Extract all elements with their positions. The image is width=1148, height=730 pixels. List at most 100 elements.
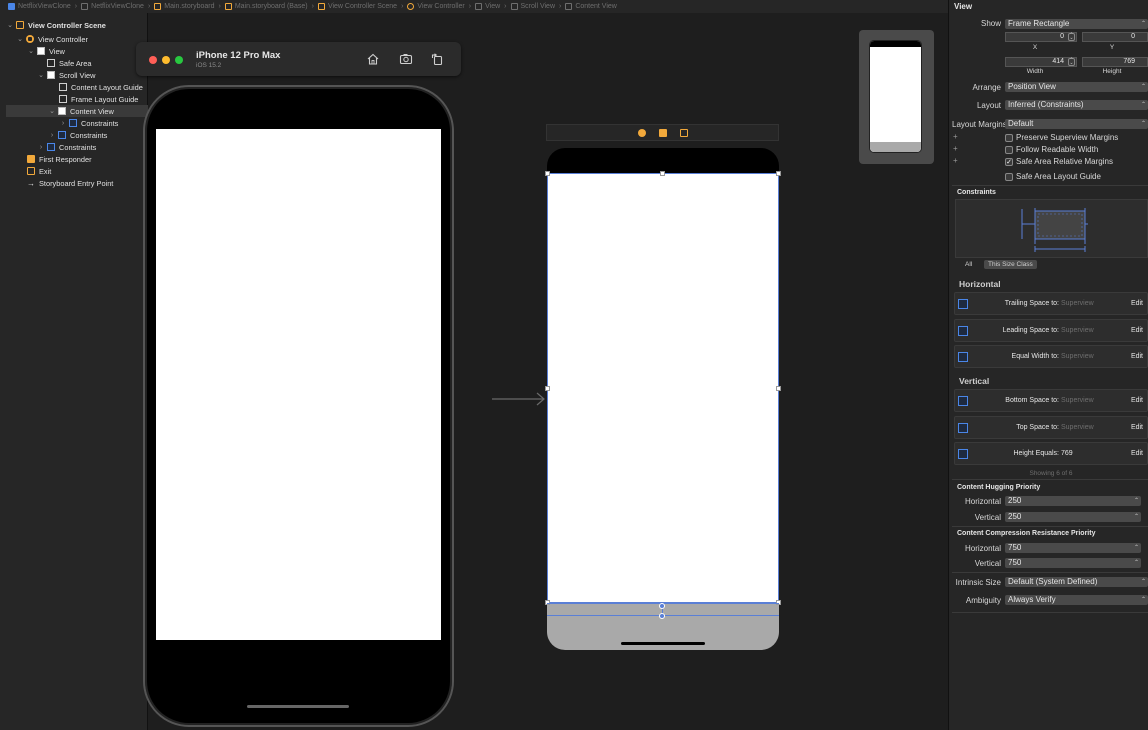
constraint-row[interactable]: Trailing Space to: Superview Edit	[954, 292, 1148, 315]
content-view-selected[interactable]	[547, 173, 779, 603]
outline-view[interactable]: ⌄ View	[27, 45, 65, 57]
disclosure-open-icon[interactable]: ⌄	[16, 35, 24, 43]
compression-v-label: Vertical	[974, 559, 1001, 568]
height-field[interactable]: 769	[1082, 57, 1148, 67]
ambiguity-popup[interactable]: Always Verify	[1005, 595, 1148, 605]
breadcrumb-project[interactable]: NetflixViewClone	[8, 3, 71, 10]
preserve-margins-checkbox[interactable]	[1005, 134, 1013, 142]
resize-handle[interactable]	[776, 171, 781, 176]
constraint-row[interactable]: Top Space to: Superview Edit	[954, 416, 1148, 439]
tab-all[interactable]: All	[961, 260, 976, 269]
edit-button[interactable]: Edit	[1131, 353, 1143, 360]
breadcrumb-scene[interactable]: View Controller Scene	[317, 3, 397, 10]
breadcrumb-view[interactable]: View	[475, 3, 500, 10]
layout-margins-popup[interactable]: Default	[1005, 119, 1148, 129]
breadcrumb-folder[interactable]: NetflixViewClone	[81, 3, 144, 10]
constraint-row[interactable]: Bottom Space to: Superview Edit	[954, 389, 1148, 412]
add-variation-button[interactable]: +	[953, 156, 958, 165]
screenshot-button[interactable]	[399, 52, 413, 66]
outline-constraints-content[interactable]: › Constraints	[59, 117, 119, 129]
constraint-handle[interactable]	[659, 613, 665, 619]
view-controller-icon[interactable]	[638, 129, 646, 137]
safe-area-relative-checkbox[interactable]: ✓	[1005, 158, 1013, 166]
edit-button[interactable]: Edit	[1131, 327, 1143, 334]
disclosure-open-icon[interactable]: ⌄	[37, 71, 45, 79]
intrinsic-size-popup[interactable]: Default (System Defined)	[1005, 577, 1148, 587]
edit-button[interactable]: Edit	[1131, 424, 1143, 431]
entry-point-arrow-icon[interactable]	[492, 391, 546, 407]
hugging-v-combo[interactable]: 250	[1005, 512, 1141, 522]
breadcrumb-view-controller[interactable]: View Controller	[407, 3, 465, 10]
edit-button[interactable]: Edit	[1131, 300, 1143, 307]
constraint-row[interactable]: Leading Space to: Superview Edit	[954, 319, 1148, 342]
outline-scene[interactable]: ⌄ View Controller Scene	[6, 19, 106, 31]
add-variation-button[interactable]: +	[953, 132, 958, 141]
width-field[interactable]: 414 ⌃ ⌄	[1005, 57, 1077, 67]
simulator-toolbar[interactable]: iPhone 12 Pro Max iOS 15.2	[136, 42, 461, 76]
y-field[interactable]: 0	[1082, 32, 1148, 42]
follow-readable-checkbox[interactable]	[1005, 146, 1013, 154]
breadcrumb-scroll-view[interactable]: Scroll View	[510, 3, 555, 10]
layout-guide-icon	[47, 59, 55, 67]
scene-dock	[546, 124, 779, 141]
outline-frame-layout-guide[interactable]: Frame Layout Guide	[59, 93, 138, 105]
y-label: Y	[1109, 44, 1115, 51]
breadcrumb-separator: ›	[468, 3, 472, 10]
outline-first-responder[interactable]: First Responder	[27, 153, 92, 165]
outline-view-controller[interactable]: ⌄ View Controller	[16, 33, 88, 45]
outline-constraints-view[interactable]: › Constraints	[37, 141, 97, 153]
disclosure-open-icon[interactable]: ⌄	[27, 47, 35, 55]
disclosure-open-icon[interactable]: ⌄	[48, 107, 56, 115]
show-popup[interactable]: Frame Rectangle	[1005, 19, 1148, 29]
stepper-icon[interactable]: ⌃ ⌄	[1068, 58, 1075, 66]
outline-constraints-scroll[interactable]: › Constraints	[48, 129, 108, 141]
breadcrumb-content-view[interactable]: Content View	[565, 3, 617, 10]
disclosure-closed-icon[interactable]: ›	[37, 143, 45, 151]
breadcrumb-storyboard[interactable]: Main.storyboard	[154, 3, 214, 10]
scroll-view-icon	[510, 3, 518, 10]
rotate-icon	[431, 53, 443, 66]
hugging-h-combo[interactable]: 250	[1005, 496, 1141, 506]
outline-scroll-view[interactable]: ⌄ Scroll View	[37, 69, 95, 81]
outline-safe-area[interactable]: Safe Area	[47, 57, 91, 69]
compression-h-combo[interactable]: 750	[1005, 543, 1141, 553]
disclosure-open-icon[interactable]: ⌄	[6, 21, 14, 29]
disclosure-closed-icon[interactable]: ›	[59, 119, 67, 127]
outline-entry-point[interactable]: → Storyboard Entry Point	[27, 177, 113, 189]
resize-handle[interactable]	[545, 171, 550, 176]
add-variation-button[interactable]: +	[953, 144, 958, 153]
home-button[interactable]	[366, 52, 380, 66]
layout-popup[interactable]: Inferred (Constraints)	[1005, 100, 1148, 110]
outline-exit[interactable]: Exit	[27, 165, 51, 177]
breadcrumb-separator: ›	[504, 3, 507, 10]
zoom-window-button[interactable]	[175, 56, 183, 64]
hugging-title: Content Hugging Priority	[957, 484, 1041, 491]
stepper-icon[interactable]: ⌃ ⌄	[1068, 33, 1075, 41]
minimize-window-button[interactable]	[162, 56, 170, 64]
arrange-popup[interactable]: Position View	[1005, 82, 1148, 92]
resize-handle[interactable]	[545, 386, 550, 391]
resize-handle[interactable]	[776, 386, 781, 391]
outline-content-view[interactable]: ⌄ Content View	[6, 105, 148, 117]
edit-button[interactable]: Edit	[1131, 450, 1143, 457]
edit-button[interactable]: Edit	[1131, 397, 1143, 404]
safe-area-guide-checkbox[interactable]	[1005, 173, 1013, 181]
constraint-row[interactable]: Height Equals: 769 Edit	[954, 442, 1148, 465]
tab-this-size-class[interactable]: This Size Class	[984, 260, 1037, 269]
disclosure-closed-icon[interactable]: ›	[48, 131, 56, 139]
exit-icon[interactable]	[680, 129, 688, 137]
simulator-screen[interactable]	[156, 129, 441, 640]
first-responder-icon[interactable]	[659, 129, 667, 137]
rotate-button[interactable]	[430, 52, 444, 66]
breadcrumb-storyboard-base[interactable]: Main.storyboard (Base)	[224, 3, 308, 10]
constraint-handle[interactable]	[659, 603, 665, 609]
breadcrumb-separator: ›	[147, 3, 151, 10]
jump-bar-breadcrumb: NetflixViewClone › NetflixViewClone › Ma…	[0, 0, 948, 13]
constraint-row[interactable]: Equal Width to: Superview Edit	[954, 345, 1148, 368]
x-field[interactable]: 0 ⌃ ⌄	[1005, 32, 1077, 42]
close-window-button[interactable]	[149, 56, 157, 64]
house-icon	[367, 53, 379, 65]
resize-handle[interactable]	[660, 171, 665, 176]
compression-v-combo[interactable]: 750	[1005, 558, 1141, 568]
outline-content-layout-guide[interactable]: Content Layout Guide	[59, 81, 143, 93]
